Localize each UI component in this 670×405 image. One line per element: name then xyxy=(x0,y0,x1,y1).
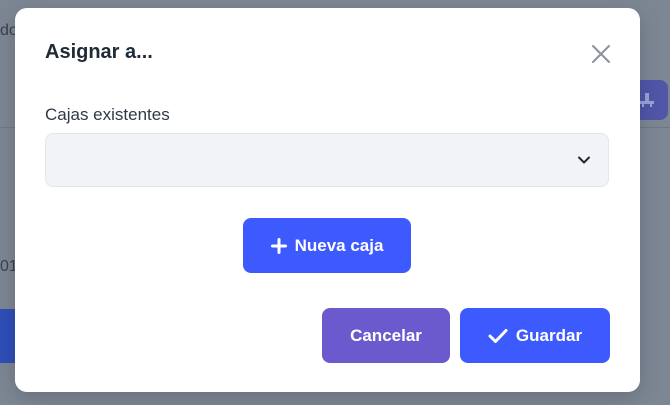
cancel-button[interactable]: Cancelar xyxy=(322,308,450,363)
modal-title: Asignar a... xyxy=(45,41,153,63)
new-box-button[interactable]: Nueva caja xyxy=(243,218,411,273)
background-action-icon xyxy=(640,93,654,107)
assign-modal: Asignar a... Cajas existentes Nueva caja… xyxy=(15,8,640,392)
plus-icon xyxy=(270,237,287,254)
cancel-label: Cancelar xyxy=(350,325,422,345)
existing-boxes-select[interactable] xyxy=(45,133,609,187)
existing-boxes-label: Cajas existentes xyxy=(45,105,170,124)
new-box-label: Nueva caja xyxy=(294,235,384,255)
save-label: Guardar xyxy=(515,325,583,345)
save-button[interactable]: Guardar xyxy=(460,308,610,363)
close-icon xyxy=(592,45,610,63)
close-button[interactable] xyxy=(587,40,615,68)
background-button xyxy=(0,309,15,363)
chevron-down-icon xyxy=(578,156,590,164)
check-icon xyxy=(488,328,508,343)
